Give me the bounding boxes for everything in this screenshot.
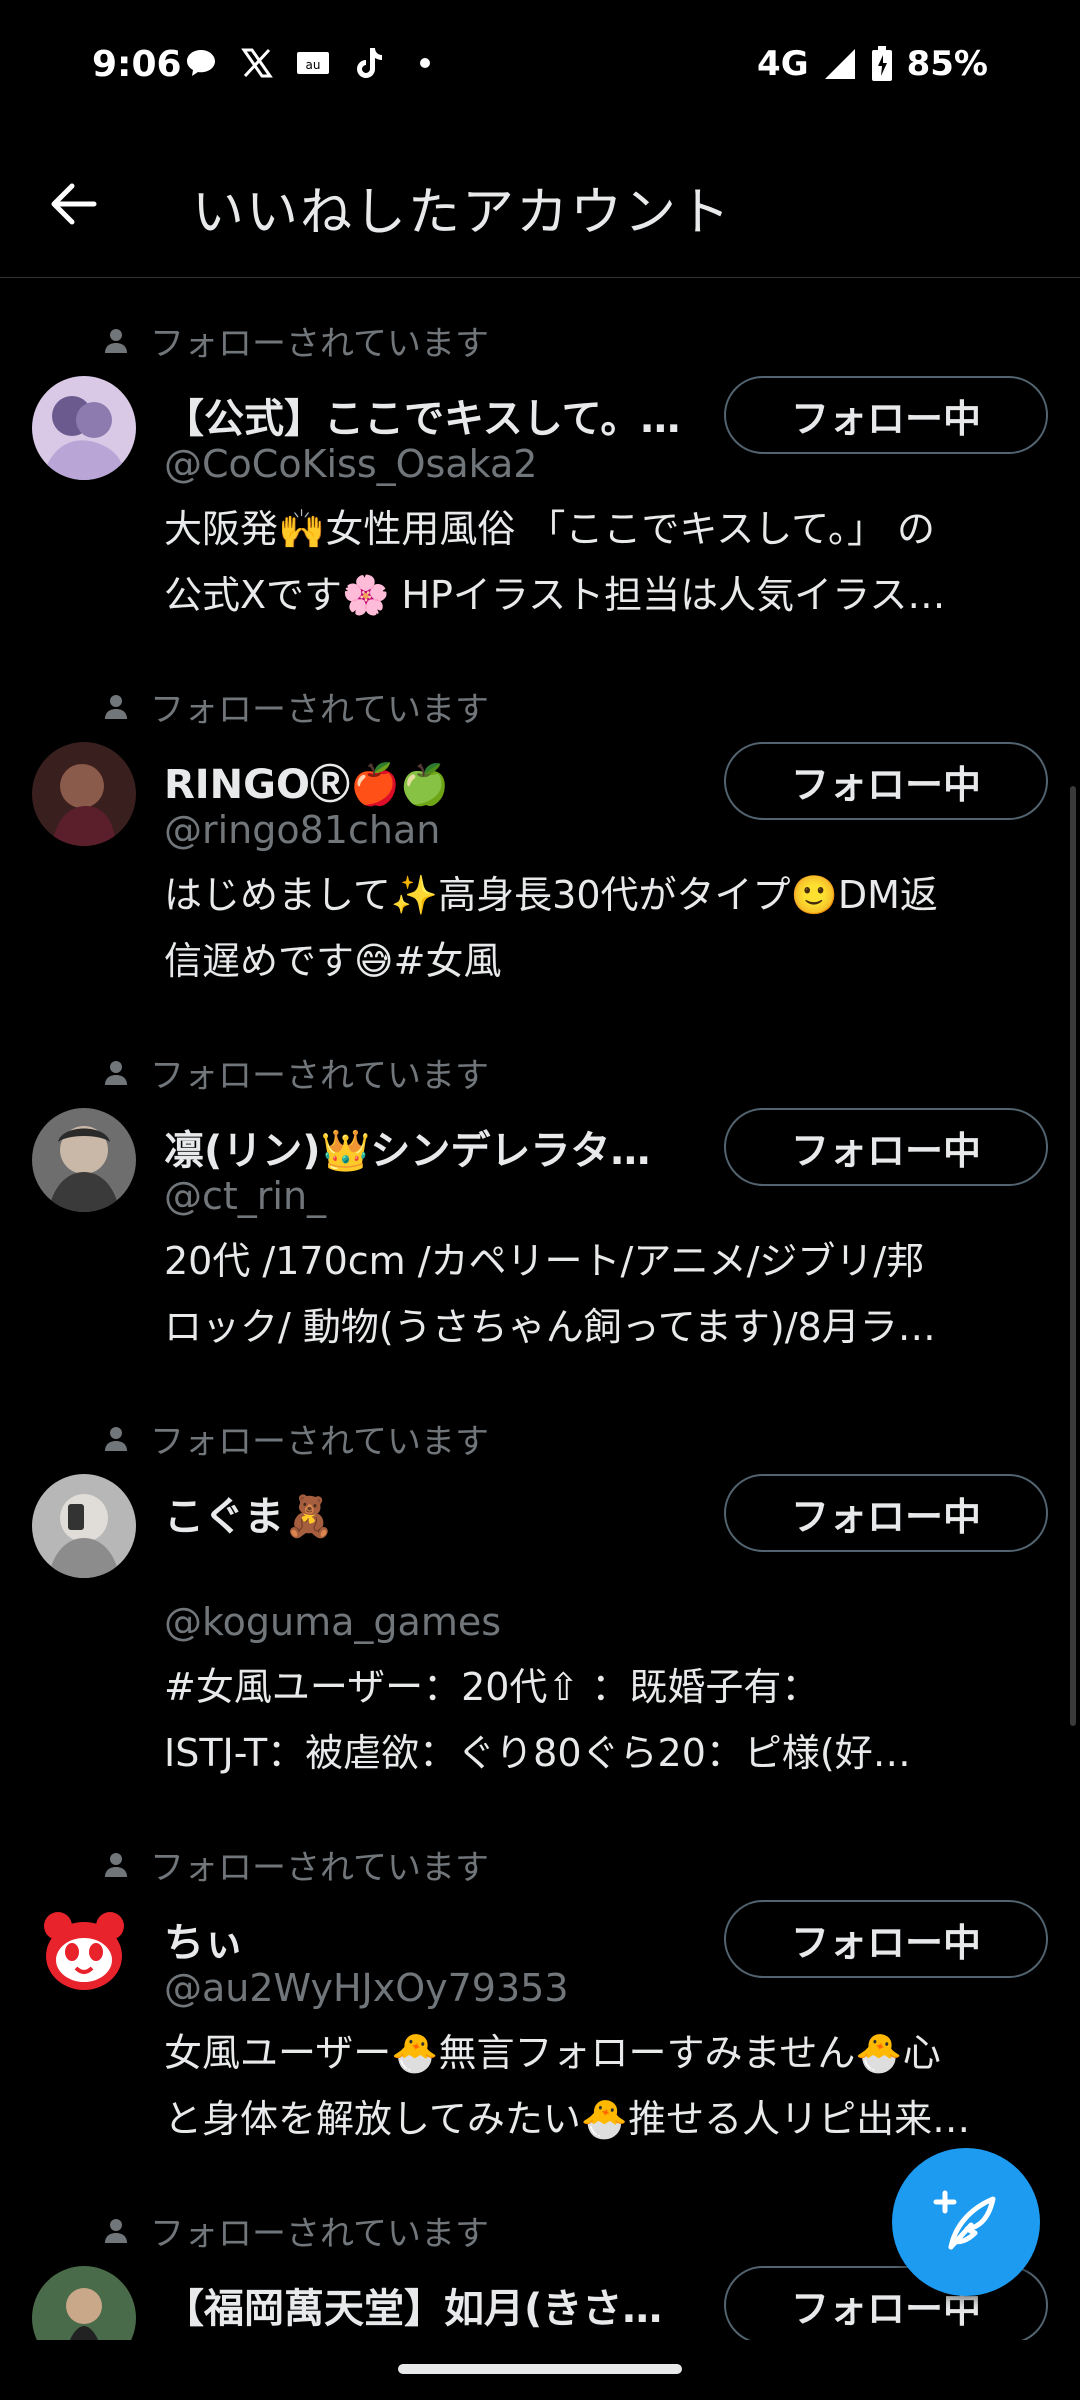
bio-line: 信遅めです😅#女風 [164,939,502,983]
compose-feather-icon [933,2190,996,2250]
person-icon [105,1426,127,1451]
user-bio: 20代 /170cm /カペリート/アニメ/ジブリ/邦 ロック/ 動物(うさちゃ… [164,1228,1034,1360]
au-mail-icon: au [296,46,330,80]
display-name: RINGOⓇ🍎🍏 [164,762,450,808]
avatar[interactable] [32,1108,136,1212]
user-handle: @koguma_games [164,1600,502,1644]
status-bar: 9:06 au 4G 85% [0,0,1080,136]
tiktok-icon [352,46,386,80]
followed-by-row: フォローされています [104,1414,489,1463]
bio-line: 大阪発🙌女性用風俗 「ここでキスして。」 の [164,507,936,551]
scrollbar[interactable] [1070,786,1076,1726]
user-handle: @au2WyHJxOy79353 [164,1966,569,2010]
gesture-nav-bar[interactable] [398,2364,682,2374]
user-bio: #女風ユーザー：20代⇧ ：既婚子有： ISTJ‐T：被虐欲：ぐり80ぐら20：… [164,1654,1034,1786]
followed-by-row: フォローされています [104,316,489,365]
user-handle: @ct_rin_ [164,1174,327,1218]
compose-post-button[interactable] [892,2148,1040,2296]
following-button[interactable]: フォロー中 [724,376,1048,454]
back-arrow-icon [51,183,97,225]
avatar[interactable] [32,1474,136,1578]
following-button[interactable]: フォロー中 [724,1474,1048,1552]
dot-icon [408,46,442,80]
followed-label: フォローされています [150,1422,489,1462]
following-button[interactable]: フォロー中 [724,742,1048,820]
followed-label: フォローされています [150,324,489,364]
user-bio: 大阪発🙌女性用風俗 「ここでキスして。」 の 公式Xです🌸 HPイラスト担当は人… [164,496,1034,628]
back-button[interactable] [42,172,106,236]
user-bio: はじめまして✨高身長30代がタイプ🙂DM返 信遅めです😅#女風 [164,862,1034,994]
person-icon [105,1060,127,1085]
bio-line: 20代 /170cm /カペリート/アニメ/ジブリ/邦 [164,1239,925,1283]
status-right: 4G 85% [757,44,988,84]
followed-label: フォローされています [150,690,489,730]
avatar[interactable] [32,1900,136,2004]
battery-percent: 85% [906,44,988,84]
battery-charging-icon [871,46,892,81]
avatar[interactable] [32,376,136,480]
signal-icon [824,49,855,79]
notification-icons: au [184,46,442,80]
header: いいねしたアカウント [0,136,1080,278]
user-list: フォローされています 【公式】ここでキスして。… @CoCoKiss_Osaka… [0,280,1080,2340]
followed-by-row: フォローされています [104,682,489,731]
bio-line: ロック/ 動物(うさちゃん飼ってます)/8月ラ… [164,1305,936,1349]
display-name: 凛(リン)👑シンデレラタ… [164,1128,651,1174]
display-name: 【福岡萬天堂】如月(きさ… [164,2286,663,2332]
network-type: 4G [757,44,809,84]
user-handle: @ringo81chan [164,808,441,852]
user-cell[interactable]: フォローされています 【公式】ここでキスして。… @CoCoKiss_Osaka… [0,280,1080,646]
bio-line: 女風ユーザー🐣無言フォローすみません🐣心 [164,2031,941,2075]
page-title: いいねしたアカウント [192,183,733,243]
person-icon [105,1852,127,1877]
person-icon [105,2218,127,2243]
display-name: ちぃ [164,1920,244,1966]
user-cell[interactable]: フォローされています ちぃ @au2WyHJxOy79353 女風ユーザー🐣無言… [0,1804,1080,2170]
followed-by-row: フォローされています [104,1840,489,1889]
followed-by-row: フォローされています [104,1048,489,1097]
chat-icon [184,46,218,80]
user-cell[interactable]: フォローされています 凛(リン)👑シンデレラタ… @ct_rin_ 20代 /1… [0,1012,1080,1378]
person-icon [105,694,127,719]
avatar[interactable] [32,2266,136,2340]
bio-line: #女風ユーザー：20代⇧ ：既婚子有： [164,1665,820,1709]
bio-line: 公式Xです🌸 HPイラスト担当は人気イラス… [164,573,946,617]
display-name: 【公式】ここでキスして。… [164,396,681,442]
followed-label: フォローされています [150,1848,489,1888]
svg-text:au: au [306,58,321,72]
bio-line: はじめまして✨高身長30代がタイプ🙂DM返 [164,873,938,917]
display-name: こぐま🧸 [164,1494,334,1540]
user-cell[interactable]: フォローされています RINGOⓇ🍎🍏 @ringo81chan はじめまして✨… [0,646,1080,1012]
person-icon [105,328,127,353]
user-cell[interactable]: フォローされています こぐま🧸 @koguma_games #女風ユーザー：20… [0,1378,1080,1804]
x-logo-icon [240,46,274,80]
user-bio: 女風ユーザー🐣無言フォローすみません🐣心 と身体を解放してみたい🐣推せる人リピ出… [164,2020,1034,2152]
following-button[interactable]: フォロー中 [724,1108,1048,1186]
followed-by-row: フォローされています [104,2206,489,2255]
bio-line: ISTJ‐T：被虐欲：ぐり80ぐら20：ピ様(好… [164,1731,911,1775]
bio-line: と身体を解放してみたい🐣推せる人リピ出来… [164,2097,971,2141]
avatar[interactable] [32,742,136,846]
status-time: 9:06 [92,44,182,85]
followed-label: フォローされています [150,1056,489,1096]
user-handle: @CoCoKiss_Osaka2 [164,442,538,486]
followed-label: フォローされています [150,2214,489,2254]
following-button[interactable]: フォロー中 [724,1900,1048,1978]
